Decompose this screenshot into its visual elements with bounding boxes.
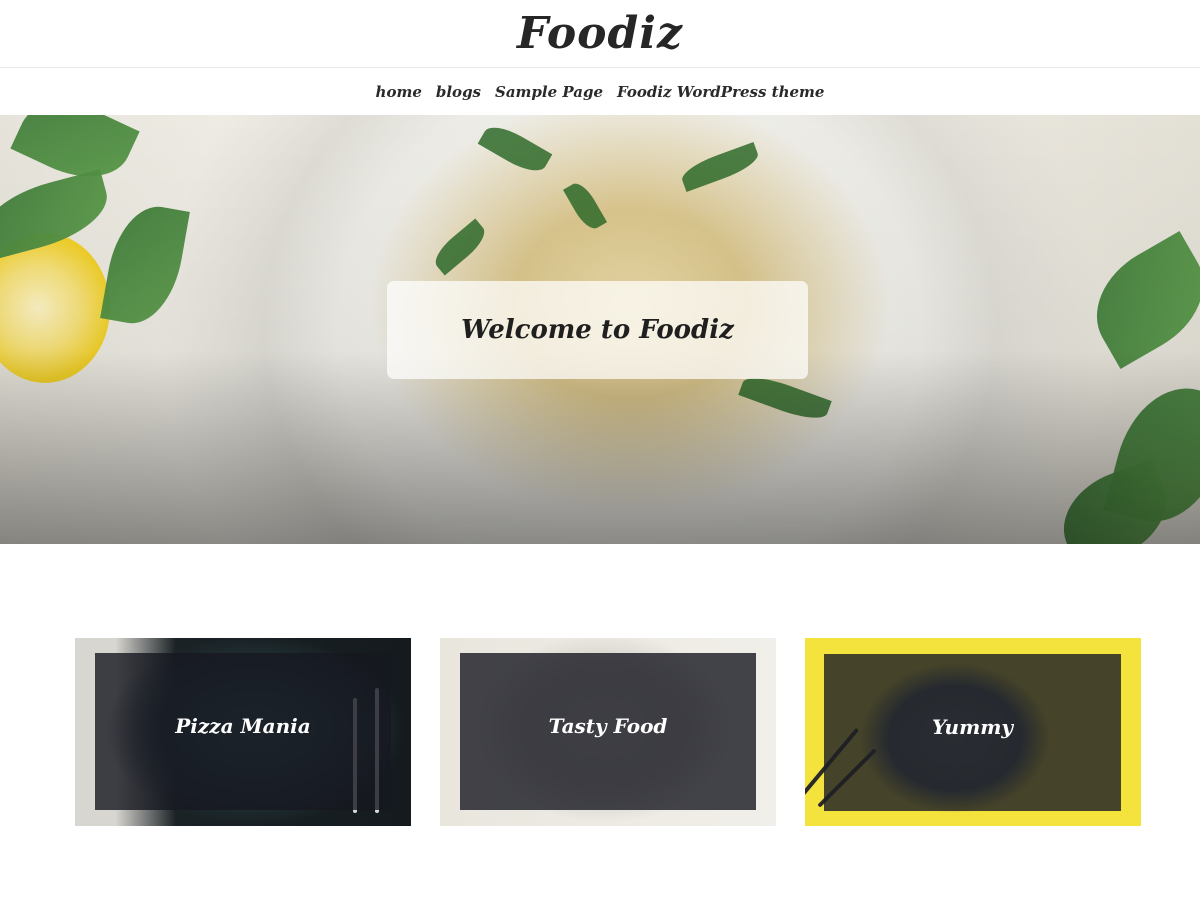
nav-item-foodiz-wordpress-theme[interactable]: Foodiz WordPress theme (617, 83, 824, 101)
card-overlay: Tasty Food (460, 653, 756, 810)
hero-banner: Welcome to Foodiz (0, 115, 1200, 544)
card-overlay: Yummy (824, 654, 1121, 811)
card-tasty-food[interactable]: Tasty Food (440, 638, 776, 826)
nav-item-home[interactable]: home (376, 83, 422, 101)
nav-item-sample-page[interactable]: Sample Page (495, 83, 603, 101)
card-yummy[interactable]: Yummy (805, 638, 1141, 826)
hero-title: Welcome to Foodiz (461, 315, 734, 345)
nav-item-blogs[interactable]: blogs (436, 83, 481, 101)
card-title: Tasty Food (548, 713, 668, 738)
main-nav: home blogs Sample Page Foodiz WordPress … (0, 69, 1200, 115)
card-title: Yummy (931, 714, 1014, 739)
card-title: Pizza Mania (175, 713, 311, 738)
featured-cards: Pizza Mania Tasty Food Yummy (0, 638, 1200, 826)
card-overlay: Pizza Mania (95, 653, 391, 810)
site-header: Foodiz (0, 0, 1200, 68)
hero-title-box: Welcome to Foodiz (387, 281, 808, 379)
card-pizza-mania[interactable]: Pizza Mania (75, 638, 411, 826)
site-title-link[interactable]: Foodiz (517, 8, 683, 59)
